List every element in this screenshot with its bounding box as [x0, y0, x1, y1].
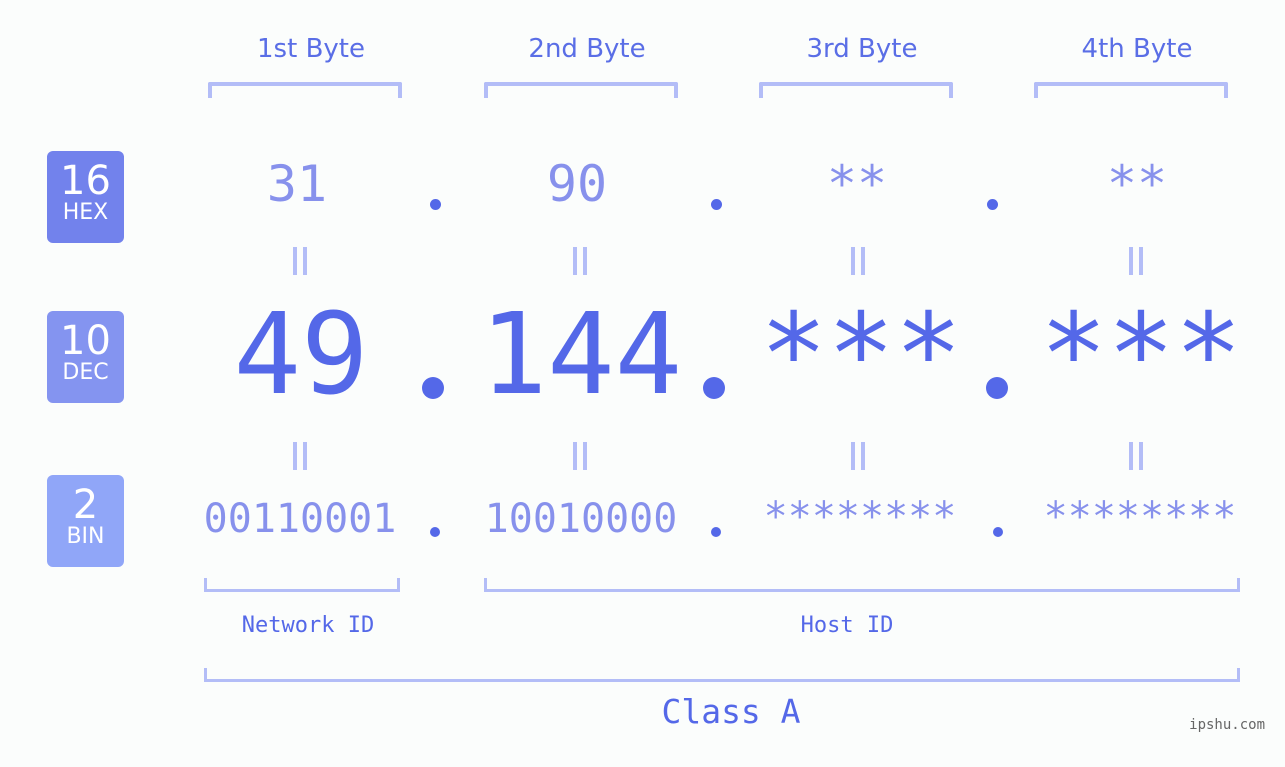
- hex-badge-label: HEX: [62, 200, 109, 225]
- bin-dot-1: [430, 527, 440, 537]
- dec-value-1: 49: [233, 290, 369, 420]
- class-label: Class A: [661, 692, 801, 731]
- bin-badge: 2 BIN: [47, 475, 124, 567]
- dec-value-3: ***: [759, 290, 963, 420]
- hex-value-4: **: [1106, 155, 1168, 213]
- byte-header-2: 2nd Byte: [528, 34, 646, 64]
- equals-icon: [851, 442, 865, 470]
- hex-value-3: **: [826, 155, 888, 213]
- watermark: ipshu.com: [1189, 717, 1265, 733]
- bin-dot-2: [711, 527, 721, 537]
- byte-bracket-2: [484, 82, 678, 98]
- dec-value-4: ***: [1039, 290, 1243, 420]
- equals-icon: [1129, 247, 1143, 275]
- network-id-bracket: [204, 578, 400, 592]
- equals-icon: [573, 247, 587, 275]
- dec-value-2: 144: [479, 290, 683, 420]
- bin-value-3: ********: [763, 494, 957, 540]
- hex-value-2: 90: [546, 155, 608, 213]
- equals-icon: [1129, 442, 1143, 470]
- equals-icon: [293, 442, 307, 470]
- byte-header-3: 3rd Byte: [806, 34, 918, 64]
- bin-value-4: ********: [1043, 494, 1237, 540]
- bin-badge-number: 2: [72, 482, 99, 528]
- host-id-bracket: [484, 578, 1240, 592]
- equals-icon: [293, 247, 307, 275]
- hex-value-1: 31: [266, 155, 328, 213]
- equals-icon: [573, 442, 587, 470]
- network-id-label: Network ID: [241, 613, 375, 638]
- dec-badge-label: DEC: [62, 360, 109, 385]
- byte-header-4: 4th Byte: [1081, 34, 1193, 64]
- dec-badge-number: 10: [60, 318, 111, 364]
- bin-dot-3: [993, 527, 1003, 537]
- dec-dot-1: [422, 377, 444, 399]
- host-id-label: Host ID: [800, 613, 894, 638]
- bin-badge-label: BIN: [66, 524, 105, 549]
- byte-bracket-4: [1034, 82, 1228, 98]
- hex-badge-number: 16: [60, 158, 111, 204]
- hex-dot-3: [987, 199, 998, 210]
- hex-dot-1: [430, 199, 441, 210]
- dec-dot-2: [703, 377, 725, 399]
- byte-bracket-1: [208, 82, 402, 98]
- class-bracket: [204, 668, 1240, 682]
- hex-badge: 16 HEX: [47, 151, 124, 243]
- byte-bracket-3: [759, 82, 953, 98]
- bin-value-2: 10010000: [484, 496, 678, 542]
- byte-header-1: 1st Byte: [257, 34, 365, 64]
- bin-value-1: 00110001: [203, 496, 397, 542]
- equals-icon: [851, 247, 865, 275]
- dec-badge: 10 DEC: [47, 311, 124, 403]
- dec-dot-3: [986, 377, 1008, 399]
- hex-dot-2: [711, 199, 722, 210]
